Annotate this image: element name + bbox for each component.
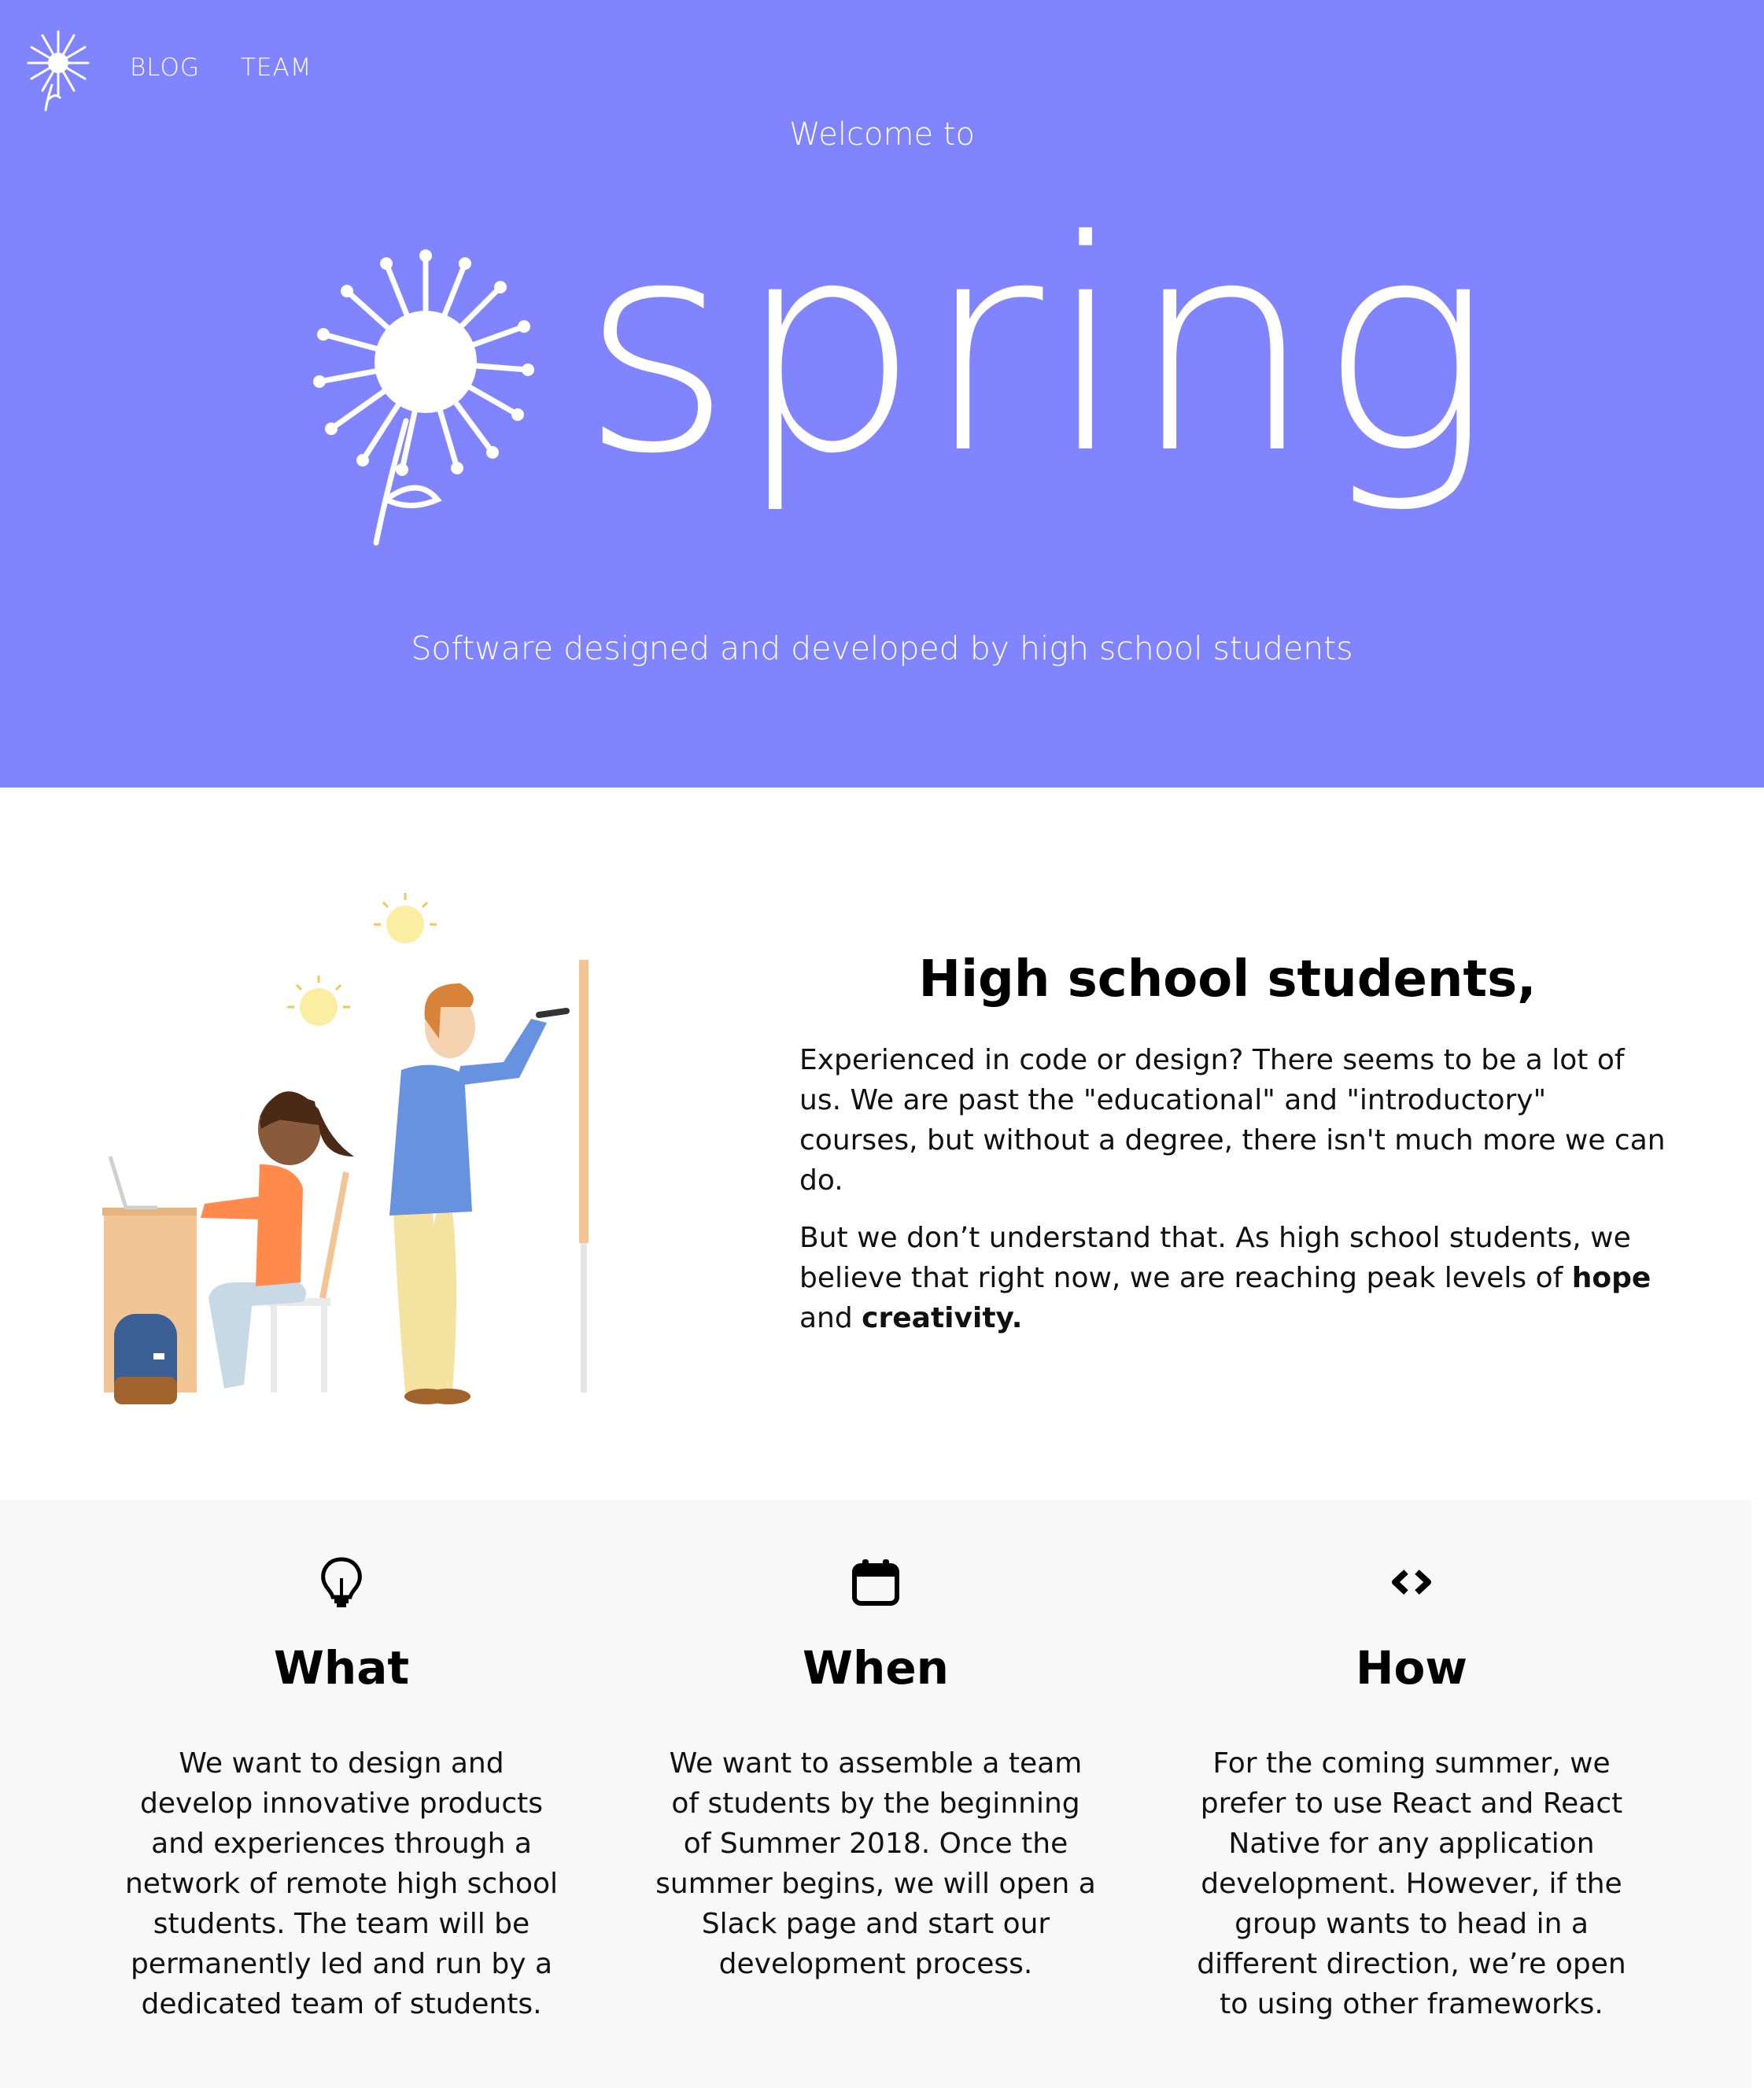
intro-heading: High school students,: [918, 950, 1537, 1009]
spring-wordmark: spring: [581, 179, 1496, 518]
hero-section: BLOG TEAM Welcome to spring Software des…: [0, 0, 1764, 788]
intro-paragraph-1: Experienced in code or design? There see…: [799, 1044, 1666, 1197]
feature-what-title: What: [273, 1641, 410, 1695]
intro-paragraph-2-text: But we don’t understand that. As high sc…: [799, 1222, 1631, 1294]
feature-how-title: How: [1356, 1641, 1467, 1695]
lightbulb-icon: [321, 1557, 362, 1607]
code-icon: [1392, 1570, 1431, 1595]
dandelion-logo-icon: [313, 249, 534, 546]
intro-paragraph-2: But we don’t understand that. As high sc…: [799, 1218, 1673, 1338]
feature-how-text: For the coming summer, we prefer to use …: [1197, 1747, 1626, 2020]
features-section: What We want to design and develop innov…: [0, 1500, 1751, 2088]
spring-logo-icon[interactable]: [25, 27, 91, 113]
students-illustration: [102, 893, 589, 1404]
feature-when-title: When: [803, 1641, 949, 1695]
calendar-icon: [852, 1559, 899, 1606]
nav-team-link[interactable]: TEAM: [241, 53, 312, 82]
creativity-emphasis: creativity.: [862, 1302, 1023, 1334]
hero-tagline: Software designed and developed by high …: [411, 629, 1353, 667]
hope-emphasis: hope: [1571, 1262, 1651, 1294]
feature-when-text: We want to assemble a team of students b…: [655, 1747, 1096, 1980]
welcome-text: Welcome to: [789, 116, 975, 153]
feature-what-text: We want to design and develop innovative…: [124, 1747, 559, 2020]
nav-blog-link[interactable]: BLOG: [130, 53, 200, 82]
lightbulb-illustration: [287, 893, 437, 1026]
intro-paragraph-2-and: and: [799, 1302, 862, 1334]
